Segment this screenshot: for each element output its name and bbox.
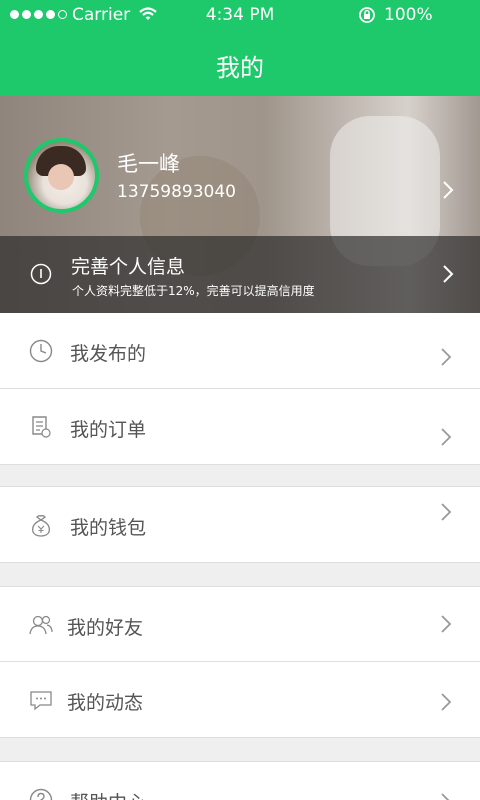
user-phone: 13759893040 bbox=[117, 182, 236, 202]
page-title: 我的 bbox=[216, 54, 264, 82]
chevron-right-icon[interactable] bbox=[442, 180, 454, 200]
user-name: 毛一峰 bbox=[117, 152, 180, 176]
menu-item-label: 帮助中心 bbox=[70, 788, 146, 800]
menu-item-my-orders[interactable]: 我的订单 bbox=[0, 389, 480, 464]
divider bbox=[0, 464, 480, 465]
menu-item-label: 我的钱包 bbox=[70, 517, 147, 539]
menu-item-label: 我的动态 bbox=[67, 692, 144, 714]
menu-item-label: 我的好友 bbox=[67, 617, 144, 639]
chevron-right-icon bbox=[441, 503, 452, 521]
battery-percentage: 100% bbox=[384, 5, 433, 25]
chevron-right-icon[interactable] bbox=[442, 264, 454, 284]
complete-profile-banner[interactable]: 完善个人信息 个人资料完整低于12%，完善可以提高信用度 bbox=[0, 236, 480, 313]
chevron-right-icon bbox=[441, 348, 452, 366]
divider bbox=[0, 562, 480, 563]
help-icon bbox=[29, 788, 53, 800]
menu-item-my-friends[interactable]: 我的好友 bbox=[0, 587, 480, 662]
menu-item-help-center[interactable]: 帮助中心 bbox=[0, 762, 480, 800]
chevron-right-icon bbox=[441, 693, 452, 711]
complete-profile-title: 完善个人信息 bbox=[71, 256, 186, 278]
order-icon bbox=[32, 416, 51, 438]
message-icon bbox=[30, 691, 52, 711]
profile-header[interactable]: 毛一峰 13759893040 完善个人信息 个人资料完整低于12%，完善可以提… bbox=[0, 96, 480, 313]
menu-item-my-posts[interactable]: 我发布的 bbox=[0, 313, 480, 388]
rotation-lock-icon bbox=[359, 7, 375, 23]
nav-bar: 我的 bbox=[0, 30, 480, 96]
wallet-icon bbox=[32, 515, 50, 537]
chevron-right-icon bbox=[441, 793, 450, 800]
friends-icon bbox=[29, 615, 53, 635]
menu-item-label: 我的订单 bbox=[70, 419, 147, 441]
divider bbox=[0, 737, 480, 738]
status-bar: Carrier 4:34 PM 100% bbox=[0, 0, 480, 30]
chevron-right-icon bbox=[441, 428, 452, 446]
clock-icon bbox=[29, 339, 53, 363]
menu-item-my-activity[interactable]: 我的动态 bbox=[0, 662, 480, 737]
complete-profile-subtitle: 个人资料完整低于12%，完善可以提高信用度 bbox=[72, 284, 315, 298]
menu-item-my-wallet[interactable]: 我的钱包 bbox=[0, 487, 480, 562]
info-icon bbox=[30, 263, 52, 285]
avatar[interactable] bbox=[24, 138, 99, 213]
menu-item-label: 我发布的 bbox=[70, 343, 147, 365]
chevron-right-icon bbox=[441, 615, 452, 633]
